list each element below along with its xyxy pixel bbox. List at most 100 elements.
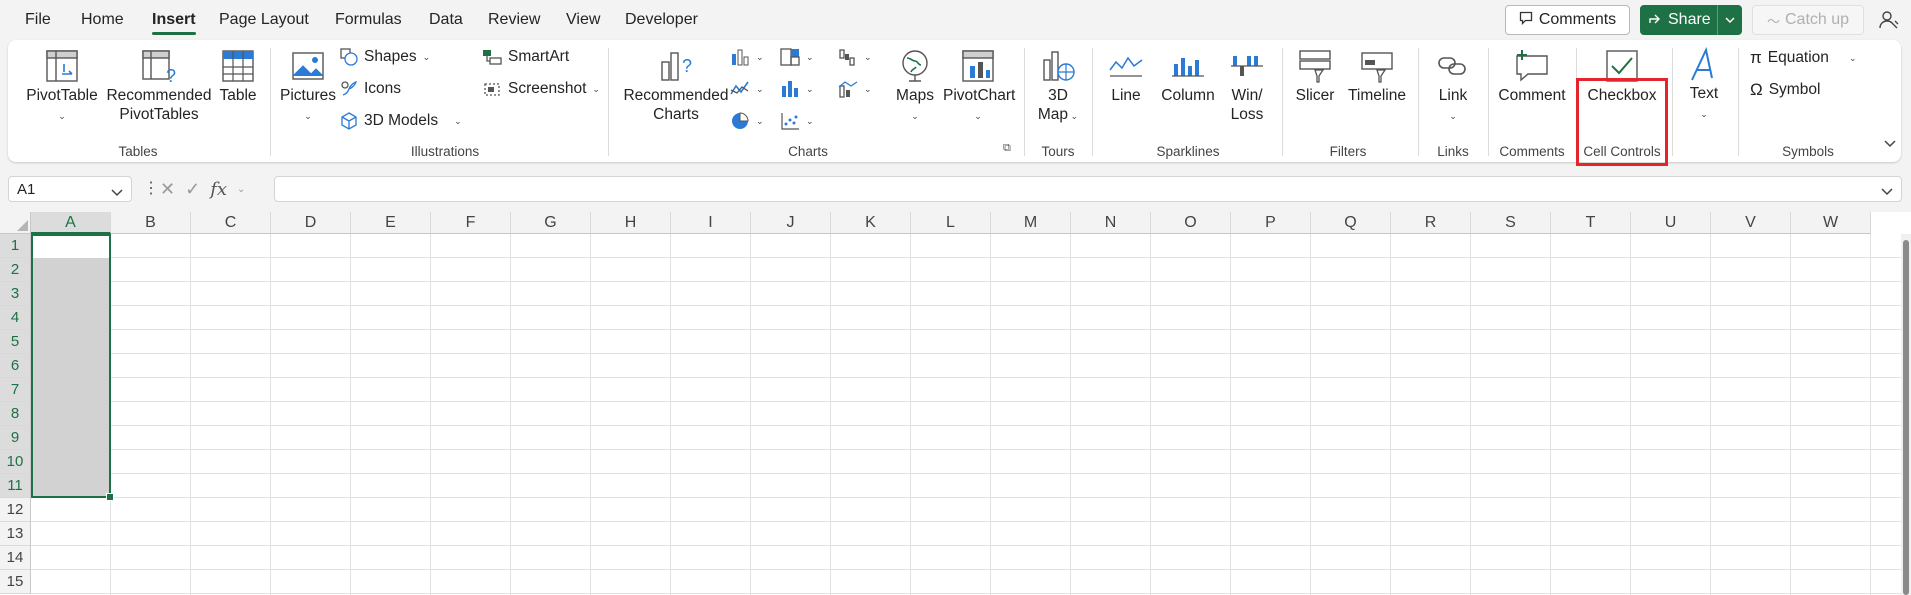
sparkline-line-button[interactable]: Line xyxy=(1104,48,1148,105)
scatter-chart-button[interactable]: ⌄ xyxy=(780,112,814,130)
fill-handle[interactable] xyxy=(106,493,114,501)
column-header-r[interactable]: R xyxy=(1391,212,1471,234)
active-cell[interactable] xyxy=(33,236,109,258)
link-button[interactable]: Link ⌄ xyxy=(1428,48,1478,126)
tab-data[interactable]: Data xyxy=(429,11,463,29)
table-button[interactable]: Table xyxy=(213,48,263,105)
row-header-6[interactable]: 6 xyxy=(0,354,31,378)
formula-expand-chevron-icon[interactable] xyxy=(1881,184,1893,199)
column-header-g[interactable]: G xyxy=(511,212,591,234)
charts-dialog-launcher-icon[interactable]: ⧉ xyxy=(1003,142,1011,155)
line-chart-button[interactable]: ⌄ xyxy=(730,80,764,98)
worksheet-grid[interactable]: A B C D E F G H I J K L M N O P Q R S T U V W 1 2 3 4 5 6 7 8 9 10 11 12 13… xyxy=(0,212,1911,595)
3d-models-button[interactable]: 3D Models ⌄ xyxy=(340,112,462,130)
column-header-l[interactable]: L xyxy=(911,212,991,234)
column-header-j[interactable]: J xyxy=(751,212,831,234)
column-header-h[interactable]: H xyxy=(591,212,671,234)
column-header-s[interactable]: S xyxy=(1471,212,1551,234)
slicer-button[interactable]: Slicer xyxy=(1290,48,1340,105)
timeline-button[interactable]: Timeline xyxy=(1344,48,1410,105)
column-header-b[interactable]: B xyxy=(111,212,191,234)
maps-button[interactable]: Maps ⌄ xyxy=(891,48,939,126)
waterfall-chart-button[interactable]: ⌄ xyxy=(838,48,872,66)
equation-button[interactable]: π Equation ⌄ xyxy=(1750,48,1856,68)
column-header-m[interactable]: M xyxy=(991,212,1071,234)
column-header-a[interactable]: A xyxy=(31,212,111,234)
selected-range[interactable] xyxy=(31,234,114,501)
catch-up-button[interactable]: 〜 Catch up xyxy=(1752,5,1864,35)
combo-chart-button[interactable]: ⌄ xyxy=(838,80,872,98)
new-comment-button[interactable]: Comment xyxy=(1492,48,1572,105)
account-icon[interactable] xyxy=(1878,9,1900,34)
column-header-w[interactable]: W xyxy=(1791,212,1871,234)
share-dropdown-chevron-icon[interactable] xyxy=(1717,5,1742,35)
more-options-icon[interactable]: ⋮ xyxy=(143,178,159,198)
statistic-chart-button[interactable]: ⌄ xyxy=(780,80,814,98)
column-header-t[interactable]: T xyxy=(1551,212,1631,234)
column-header-q[interactable]: Q xyxy=(1311,212,1391,234)
tab-file[interactable]: File xyxy=(25,11,51,29)
tab-home[interactable]: Home xyxy=(81,11,124,29)
insert-function-icon[interactable]: fx xyxy=(210,179,227,200)
3d-map-button[interactable]: 3D Map ⌄ xyxy=(1030,48,1086,126)
text-button[interactable]: Text ⌄ xyxy=(1676,46,1732,124)
column-header-e[interactable]: E xyxy=(351,212,431,234)
symbol-button[interactable]: Ω Symbol xyxy=(1750,80,1820,100)
row-header-13[interactable]: 13 xyxy=(0,522,31,546)
tab-formulas[interactable]: Formulas xyxy=(335,11,402,29)
tab-page-layout[interactable]: Page Layout xyxy=(219,11,309,29)
name-box-chevron-icon[interactable] xyxy=(111,184,123,201)
row-header-1[interactable]: 1 xyxy=(0,234,31,258)
scrollbar-thumb[interactable] xyxy=(1903,240,1909,595)
tab-insert[interactable]: Insert xyxy=(152,11,196,35)
pie-chart-button[interactable]: ⌄ xyxy=(730,112,764,130)
column-header-f[interactable]: F xyxy=(431,212,511,234)
row-header-8[interactable]: 8 xyxy=(0,402,31,426)
row-header-7[interactable]: 7 xyxy=(0,378,31,402)
icons-button[interactable]: Icons xyxy=(340,80,401,98)
share-button[interactable]: Share xyxy=(1640,5,1742,35)
row-header-11[interactable]: 11 xyxy=(0,474,31,498)
row-header-3[interactable]: 3 xyxy=(0,282,31,306)
column-header-n[interactable]: N xyxy=(1071,212,1151,234)
column-header-u[interactable]: U xyxy=(1631,212,1711,234)
select-all-corner[interactable] xyxy=(0,212,31,234)
column-header-k[interactable]: K xyxy=(831,212,911,234)
column-header-d[interactable]: D xyxy=(271,212,351,234)
row-header-12[interactable]: 12 xyxy=(0,498,31,522)
row-header-9[interactable]: 9 xyxy=(0,426,31,450)
screenshot-button[interactable]: Screenshot ⌄ xyxy=(482,80,600,98)
cancel-icon[interactable]: ✕ xyxy=(160,179,175,200)
column-header-v[interactable]: V xyxy=(1711,212,1791,234)
column-chart-button[interactable]: ⌄ xyxy=(730,48,764,66)
function-chevron-icon[interactable]: ⌄ xyxy=(237,184,245,195)
recommended-pivottables-button[interactable]: ? Recommended PivotTables xyxy=(100,48,218,124)
name-box[interactable]: A1 xyxy=(8,176,132,202)
column-header-i[interactable]: I xyxy=(671,212,751,234)
enter-check-icon[interactable]: ✓ xyxy=(185,179,200,200)
hierarchy-chart-button[interactable]: ⌄ xyxy=(780,48,814,66)
column-header-c[interactable]: C xyxy=(191,212,271,234)
row-header-15[interactable]: 15 xyxy=(0,570,31,594)
recommended-charts-button[interactable]: ? Recommended Charts xyxy=(616,48,736,124)
comments-button[interactable]: Comments xyxy=(1505,5,1630,35)
vertical-scrollbar[interactable] xyxy=(1901,234,1911,595)
ribbon-expand-chevron-icon[interactable] xyxy=(1884,136,1896,151)
column-header-o[interactable]: O xyxy=(1151,212,1231,234)
tab-review[interactable]: Review xyxy=(488,11,540,29)
pivottable-button[interactable]: PivotTable ⌄ xyxy=(24,48,100,126)
shapes-button[interactable]: Shapes ⌄ xyxy=(340,48,430,66)
row-header-4[interactable]: 4 xyxy=(0,306,31,330)
tab-developer[interactable]: Developer xyxy=(625,11,698,29)
row-header-14[interactable]: 14 xyxy=(0,546,31,570)
formula-input[interactable] xyxy=(274,176,1902,202)
row-header-2[interactable]: 2 xyxy=(0,258,31,282)
row-header-5[interactable]: 5 xyxy=(0,330,31,354)
tab-view[interactable]: View xyxy=(566,11,600,29)
pivotchart-button[interactable]: PivotChart ⌄ xyxy=(943,48,1015,126)
sparkline-winloss-button[interactable]: Win/ Loss xyxy=(1222,48,1272,124)
smartart-button[interactable]: SmartArt xyxy=(482,48,569,66)
row-header-10[interactable]: 10 xyxy=(0,450,31,474)
sparkline-column-button[interactable]: Column xyxy=(1158,48,1218,105)
column-header-p[interactable]: P xyxy=(1231,212,1311,234)
